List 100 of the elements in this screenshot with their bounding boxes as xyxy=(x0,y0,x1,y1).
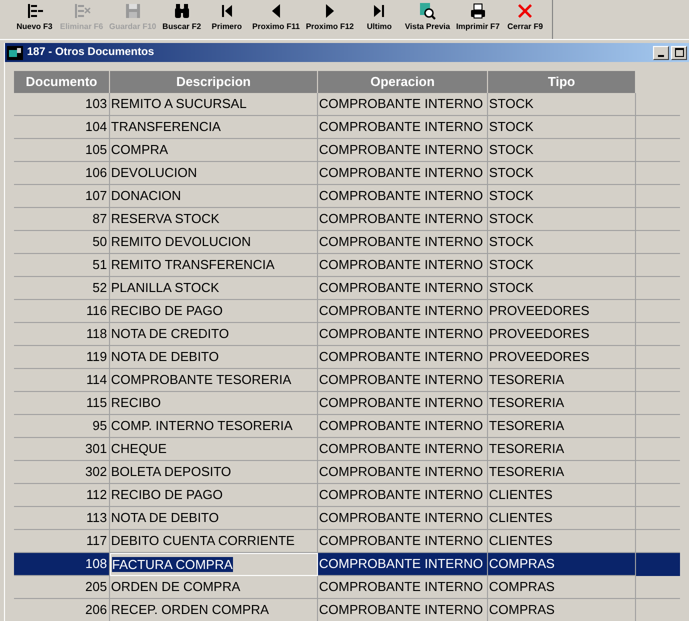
table-cell: COMPROBANTE INTERNO xyxy=(318,300,488,323)
table-cell: STOCK xyxy=(488,162,636,185)
table-cell: 206 xyxy=(14,599,110,621)
toolbar-button[interactable]: Buscar F2 xyxy=(159,0,204,39)
table-cell: REMITO A SUCURSAL xyxy=(110,93,318,116)
table-cell: COMPROBANTE INTERNO xyxy=(318,254,488,277)
table-cell: COMPROBANTE INTERNO xyxy=(318,93,488,116)
table-cell: COMPROBANTE INTERNO xyxy=(318,139,488,162)
table-cell: 104 xyxy=(14,116,110,139)
table-cell: 105 xyxy=(14,139,110,162)
app-icon xyxy=(7,46,23,60)
table-cell: 116 xyxy=(14,300,110,323)
table-cell: ORDEN DE COMPRA xyxy=(110,576,318,599)
table-cell: 106 xyxy=(14,162,110,185)
table-cell: CLIENTES xyxy=(488,484,636,507)
table-cell: COMPROBANTE INTERNO xyxy=(318,116,488,139)
table-cell: STOCK xyxy=(488,208,636,231)
column-header: Tipo xyxy=(488,71,636,93)
row-highlight xyxy=(636,553,680,576)
list-icon xyxy=(26,2,44,20)
table-cell: COMPROBANTE TESORERIA xyxy=(110,369,318,392)
table-cell: 119 xyxy=(14,346,110,369)
table-cell: PROVEEDORES xyxy=(488,300,636,323)
table-cell: STOCK xyxy=(488,277,636,300)
minimize-button[interactable] xyxy=(653,46,669,60)
table-cell: BOLETA DEPOSITO xyxy=(110,461,318,484)
table-cell: 103 xyxy=(14,93,110,116)
table-cell: RECIBO DE PAGO xyxy=(110,300,318,323)
description-field[interactable]: FACTURA COMPRA xyxy=(110,553,318,576)
table-cell: COMPROBANTE INTERNO xyxy=(318,346,488,369)
table-cell: STOCK xyxy=(488,254,636,277)
table-cell: RECEP. ORDEN COMPRA xyxy=(110,599,318,621)
table-cell: 118 xyxy=(14,323,110,346)
table-cell: REMITO TRANSFERENCIA xyxy=(110,254,318,277)
table-cell: 51 xyxy=(14,254,110,277)
toolbar-button[interactable]: Cerrar F9 xyxy=(502,0,548,39)
table-cell: TESORERIA xyxy=(488,438,636,461)
toolbar-button[interactable]: Nuevo F3 xyxy=(12,0,57,39)
table-cell: COMPRAS xyxy=(488,576,636,599)
table-cell: PLANILLA STOCK xyxy=(110,277,318,300)
table-cell: CHEQUE xyxy=(110,438,318,461)
table-cell: RECIBO xyxy=(110,392,318,415)
list-icon xyxy=(72,2,91,20)
table-cell: COMPRAS xyxy=(488,599,636,621)
toolbar-button[interactable]: Ultimo xyxy=(356,0,402,39)
column-header: Descripcion xyxy=(110,71,318,93)
maximize-button[interactable] xyxy=(671,46,687,60)
table-cell: 113 xyxy=(14,507,110,530)
table-cell: CLIENTES xyxy=(488,507,636,530)
table-cell: COMPROBANTE INTERNO xyxy=(318,392,488,415)
table-cell: COMPROBANTE INTERNO xyxy=(318,599,488,621)
toolbar-button[interactable]: Vista Previa xyxy=(402,0,454,39)
toolbar-button[interactable]: Proximo F12 xyxy=(302,0,357,39)
table-cell: 114 xyxy=(14,369,110,392)
table-cell: COMPRAS xyxy=(488,553,636,576)
table-cell: STOCK xyxy=(488,139,636,162)
table-cell: NOTA DE DEBITO xyxy=(110,507,318,530)
window-title: 187 - Otros Documentos xyxy=(27,45,156,60)
table-cell: STOCK xyxy=(488,116,636,139)
table-cell: RESERVA STOCK xyxy=(110,208,318,231)
table-cell: REMITO DEVOLUCION xyxy=(110,231,318,254)
close-icon xyxy=(516,2,534,20)
table-cell: COMPROBANTE INTERNO xyxy=(318,208,488,231)
table-cell: 50 xyxy=(14,231,110,254)
toolbar-button[interactable]: Proximo F11 xyxy=(249,0,303,39)
table-cell: STOCK xyxy=(488,185,636,208)
table-cell: TESORERIA xyxy=(488,392,636,415)
table-cell: TESORERIA xyxy=(488,415,636,438)
table-cell: 87 xyxy=(14,208,110,231)
table-cell: DONACION xyxy=(110,185,318,208)
table-cell: STOCK xyxy=(488,231,636,254)
table-cell: COMPROBANTE INTERNO xyxy=(318,576,488,599)
minimize-icon xyxy=(658,54,664,56)
table-cell: COMP. INTERNO TESORERIA xyxy=(110,415,318,438)
table-cell: 95 xyxy=(14,415,110,438)
table-cell: RECIBO DE PAGO xyxy=(110,484,318,507)
binoculars-icon xyxy=(172,2,191,20)
table-cell: DEVOLUCION xyxy=(110,162,318,185)
toolbar-button[interactable]: Imprimir F7 xyxy=(453,0,503,39)
table-cell: 205 xyxy=(14,576,110,599)
toolbar-button[interactable]: Primero xyxy=(204,0,250,39)
table-cell: STOCK xyxy=(488,93,636,116)
table-cell: PROVEEDORES xyxy=(488,346,636,369)
table-cell: COMPROBANTE INTERNO xyxy=(318,162,488,185)
next-icon xyxy=(326,4,334,18)
table-cell: 108 xyxy=(14,553,110,576)
table-cell: TESORERIA xyxy=(488,369,636,392)
table-cell: NOTA DE DEBITO xyxy=(110,346,318,369)
table-cell: 115 xyxy=(14,392,110,415)
table-cell: COMPROBANTE INTERNO xyxy=(318,415,488,438)
table-cell: COMPRA xyxy=(110,139,318,162)
column-header: Operacion xyxy=(318,71,488,93)
table-cell: 301 xyxy=(14,438,110,461)
table-cell: 52 xyxy=(14,277,110,300)
table-cell: 112 xyxy=(14,484,110,507)
previous-icon xyxy=(272,4,280,18)
table-cell: COMPROBANTE INTERNO xyxy=(318,461,488,484)
table-cell: COMPROBANTE INTERNO xyxy=(318,185,488,208)
maximize-icon xyxy=(674,48,684,57)
table-cell: COMPROBANTE INTERNO xyxy=(318,484,488,507)
